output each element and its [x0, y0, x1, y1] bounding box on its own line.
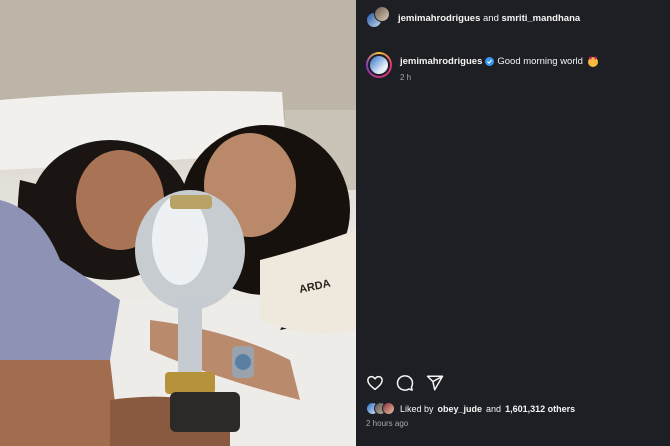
- verified-badge-icon: [485, 57, 495, 66]
- action-bar: [366, 374, 444, 392]
- likes-count[interactable]: 1,601,312 others: [505, 404, 575, 414]
- coauthor-avatars[interactable]: [366, 6, 390, 30]
- likes-joiner: and: [486, 404, 502, 414]
- avatar: [368, 54, 390, 76]
- photo-illustration: ARDA: [0, 0, 356, 446]
- liker-avatars: [366, 402, 396, 416]
- story-ring-avatar[interactable]: [366, 52, 392, 78]
- likes-summary[interactable]: Liked by obey_jude and 1,601,312 others: [366, 402, 575, 416]
- share-icon[interactable]: [426, 374, 444, 392]
- avatar: [374, 6, 390, 22]
- author-link-1[interactable]: jemimahrodrigues: [398, 13, 480, 24]
- post-time-ago: 2 hours ago: [366, 419, 409, 428]
- caption-timestamp[interactable]: 2 h: [400, 73, 598, 82]
- authors-joiner: and: [483, 12, 499, 24]
- likes-prefix: Liked by: [400, 404, 434, 414]
- post-header: jemimahrodrigues and smriti_mandhana: [366, 6, 580, 30]
- caption-text: Good morning world: [497, 56, 583, 67]
- liker-username[interactable]: obey_jude: [438, 404, 483, 414]
- post-authors: jemimahrodrigues and smriti_mandhana: [398, 13, 580, 24]
- author-link-2[interactable]: smriti_mandhana: [502, 13, 581, 24]
- post-photo[interactable]: ARDA: [0, 0, 356, 446]
- caption-username[interactable]: jemimahrodrigues: [400, 56, 482, 67]
- heart-eyes-emoji-icon: [587, 56, 598, 67]
- heart-icon[interactable]: [366, 374, 384, 392]
- caption-block: jemimahrodrigues Good morning world 2 h: [366, 52, 598, 82]
- post-side-panel: jemimahrodrigues and smriti_mandhana jem…: [356, 0, 670, 446]
- comment-icon[interactable]: [396, 374, 414, 392]
